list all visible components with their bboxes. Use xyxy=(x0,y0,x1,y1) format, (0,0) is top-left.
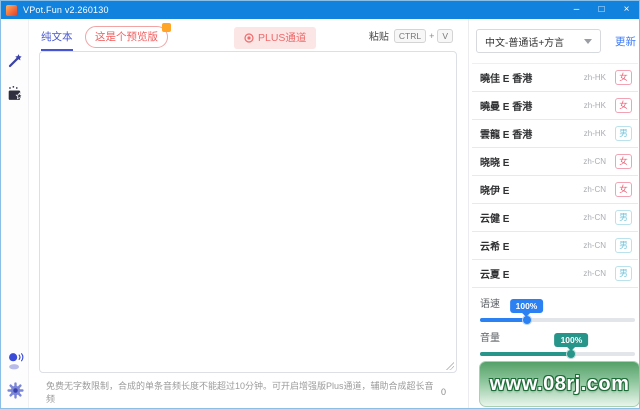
sidebar xyxy=(1,19,29,408)
char-count: 0 xyxy=(440,387,446,397)
voice-row[interactable]: 晓晓 E zh-CN 女 xyxy=(472,148,638,176)
slider-tooltip: 100% xyxy=(554,333,589,347)
gender-badge: 女 xyxy=(615,154,632,169)
preview-version-button[interactable]: 这是个预览版 xyxy=(85,23,171,48)
paste-label: 粘贴 xyxy=(368,32,389,43)
gender-badge: 女 xyxy=(615,98,632,113)
plus-channel-icon xyxy=(244,32,254,43)
editor-footer: 免费无字数限制，合成的单条音频长度不能超过10分钟。可开启增强版Plus通道，辅… xyxy=(46,379,446,405)
gender-badge: 男 xyxy=(615,238,632,253)
voice-name: 曉佳 E 香港 xyxy=(480,74,533,85)
main-area: 纯文本 这是个预览版 PLUS通道 粘贴 CTRL + V 免费无字数限制，合成… xyxy=(29,19,467,408)
voice-locale: zh-CN xyxy=(583,185,606,194)
voice-name: 云夏 E xyxy=(480,270,510,281)
key-plus-sign: + xyxy=(429,30,435,41)
close-button[interactable]: × xyxy=(614,1,639,19)
window-title: VPot.Fun v2.260130 xyxy=(23,5,109,15)
gender-badge: 男 xyxy=(615,126,632,141)
plus-channel-button[interactable]: PLUS通道 xyxy=(234,27,317,49)
magic-wand-icon[interactable] xyxy=(1,52,29,69)
voice-row[interactable]: 云夏 E zh-CN 男 xyxy=(472,260,638,288)
voice-speaker-icon[interactable] xyxy=(1,351,29,372)
slider-fill xyxy=(480,318,527,322)
voice-row[interactable]: 晓伊 E zh-CN 女 xyxy=(472,176,638,204)
voice-locale: zh-CN xyxy=(583,213,606,222)
maximize-button[interactable]: □ xyxy=(589,1,614,19)
limit-note: 免费无字数限制，合成的单条音频长度不能超过10分钟。可开启增强版Plus通道，辅… xyxy=(46,381,434,404)
voice-name: 曉曼 E 香港 xyxy=(480,102,533,113)
tab-plain-text[interactable]: 纯文本 xyxy=(41,29,73,51)
gender-badge: 女 xyxy=(615,182,632,197)
update-link[interactable]: 更新 xyxy=(615,34,636,49)
gender-badge: 男 xyxy=(615,266,632,281)
slider-fill xyxy=(480,352,572,356)
voice-list: 曉佳 E 香港 zh-HK 女 曉曼 E 香港 zh-HK 女 雲龍 E 香港 … xyxy=(472,63,638,288)
voice-name: 晓晓 E xyxy=(480,158,510,169)
voice-row[interactable]: 雲龍 E 香港 zh-HK 男 xyxy=(472,120,638,148)
settings-gear-icon[interactable] xyxy=(1,382,29,399)
resize-handle[interactable] xyxy=(445,361,454,370)
key-v: V xyxy=(437,28,453,43)
app-window: VPot.Fun v2.260130 – □ × 纯文本 这是个预览版 PLUS… xyxy=(0,0,640,409)
slider-tooltip: 100% xyxy=(509,299,544,313)
text-input[interactable] xyxy=(40,52,456,372)
watermark: www.08rj.com xyxy=(479,361,639,407)
paste-shortcut[interactable]: 粘贴 CTRL + V xyxy=(369,28,453,43)
voice-locale: zh-CN xyxy=(583,241,606,250)
volume-slider: 音量 100% xyxy=(480,329,635,359)
slider-track[interactable]: 100% xyxy=(480,333,635,359)
gender-badge: 男 xyxy=(615,210,632,225)
voice-row[interactable]: 云健 E zh-CN 男 xyxy=(472,204,638,232)
voice-locale: zh-HK xyxy=(583,73,606,82)
key-ctrl: CTRL xyxy=(393,28,427,43)
minimize-button[interactable]: – xyxy=(564,1,589,19)
rate-label: 语速 xyxy=(480,299,500,310)
plus-channel-label: PLUS通道 xyxy=(258,32,307,44)
text-editor-box xyxy=(39,51,457,373)
language-select-value: 中文-普通话+方言 xyxy=(485,37,565,49)
clapperboard-icon[interactable] xyxy=(1,85,29,102)
voice-row[interactable]: 曉佳 E 香港 zh-HK 女 xyxy=(472,64,638,92)
language-select[interactable]: 中文-普通话+方言 xyxy=(476,29,601,53)
gender-badge: 女 xyxy=(615,70,632,85)
voice-name: 雲龍 E 香港 xyxy=(480,130,533,141)
voice-panel: 中文-普通话+方言 更新 曉佳 E 香港 zh-HK 女 曉曼 E 香港 zh-… xyxy=(468,19,639,408)
watermark-text: www.08rj.com xyxy=(489,372,630,395)
voice-locale: zh-HK xyxy=(583,101,606,110)
language-row: 中文-普通话+方言 更新 xyxy=(476,29,636,53)
notification-badge xyxy=(162,23,171,32)
tabbar: 纯文本 这是个预览版 PLUS通道 粘贴 CTRL + V xyxy=(29,23,467,52)
voice-locale: zh-CN xyxy=(583,157,606,166)
rate-slider: 语速 100% xyxy=(480,295,635,325)
voice-locale: zh-HK xyxy=(583,129,606,138)
window-controls: – □ × xyxy=(564,1,639,19)
voice-locale: zh-CN xyxy=(583,269,606,278)
voice-name: 云希 E xyxy=(480,242,510,253)
app-icon xyxy=(6,4,17,16)
chevron-down-icon xyxy=(584,38,592,44)
slider-track[interactable]: 100% xyxy=(480,299,635,325)
preview-version-label: 这是个预览版 xyxy=(95,31,158,43)
voice-name: 云健 E xyxy=(480,214,510,225)
voice-name: 晓伊 E xyxy=(480,186,510,197)
voice-row[interactable]: 曉曼 E 香港 zh-HK 女 xyxy=(472,92,638,120)
titlebar: VPot.Fun v2.260130 – □ × xyxy=(1,1,639,19)
voice-row[interactable]: 云希 E zh-CN 男 xyxy=(472,232,638,260)
